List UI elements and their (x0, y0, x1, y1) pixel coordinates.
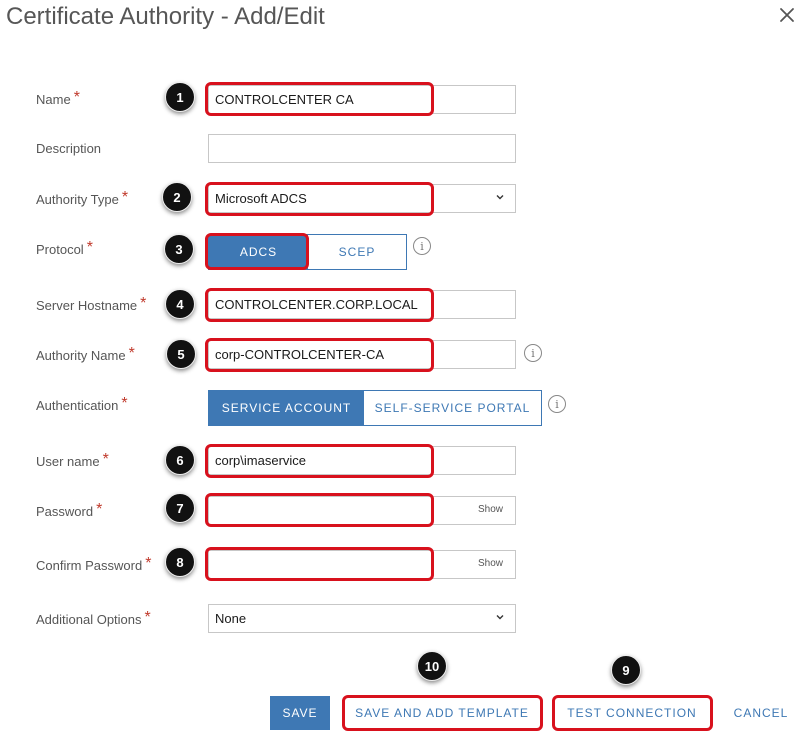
required-mark: * (144, 609, 151, 626)
protocol-toggle: ADCS SCEP (208, 234, 407, 270)
name-input[interactable]: CONTROLCENTER CA (208, 85, 516, 114)
required-mark: * (121, 189, 129, 206)
authentication-info-icon[interactable]: i (548, 395, 566, 413)
required-mark: * (145, 555, 152, 572)
authority-name-info-icon[interactable]: i (524, 344, 542, 362)
step-badge: 6 (165, 445, 195, 475)
confirm-password-show-toggle[interactable]: Show (478, 558, 503, 569)
password-show-toggle[interactable]: Show (478, 504, 503, 515)
test-connection-button[interactable]: TEST CONNECTION (554, 696, 710, 730)
authentication-toggle: SERVICE ACCOUNT SELF-SERVICE PORTAL (208, 390, 542, 426)
server-hostname-value: CONTROLCENTER.CORP.LOCAL (215, 297, 418, 312)
step-badge: 7 (165, 493, 195, 523)
authority-type-label: Authority Type * (36, 189, 129, 207)
required-mark: * (73, 89, 80, 106)
authority-name-input[interactable]: corp-CONTROLCENTER-CA (208, 340, 516, 369)
authority-type-value: Microsoft ADCS (215, 191, 307, 206)
description-input[interactable] (208, 134, 516, 163)
step-badge: 1 (165, 82, 195, 112)
protocol-label: Protocol * (36, 239, 93, 257)
authority-name-label: Authority Name * (36, 345, 135, 363)
step-badge: 10 (417, 651, 447, 681)
required-mark: * (102, 451, 109, 468)
server-hostname-input[interactable]: CONTROLCENTER.CORP.LOCAL (208, 290, 516, 319)
step-badge: 4 (165, 289, 195, 319)
additional-options-label: Additional Options * (36, 609, 151, 627)
required-mark: * (128, 345, 135, 362)
required-mark: * (121, 395, 128, 412)
chevron-down-icon (496, 615, 504, 620)
protocol-option-adcs[interactable]: ADCS (209, 235, 308, 269)
step-badge: 5 (166, 339, 196, 369)
confirm-password-input[interactable]: Show (208, 550, 516, 579)
password-label: Password * (36, 501, 103, 519)
protocol-option-scep[interactable]: SCEP (308, 235, 406, 269)
authority-type-select[interactable]: Microsoft ADCS (208, 184, 516, 213)
description-label: Description (36, 141, 102, 156)
name-value: CONTROLCENTER CA (215, 92, 354, 107)
authentication-label: Authentication * (36, 395, 128, 413)
required-mark: * (140, 295, 147, 312)
step-badge: 2 (162, 182, 192, 212)
additional-options-select[interactable]: None (208, 604, 516, 633)
authority-name-value: corp-CONTROLCENTER-CA (215, 347, 385, 362)
dialog-title: Certificate Authority - Add/Edit (6, 3, 325, 30)
step-badge: 3 (164, 234, 194, 264)
user-name-label: User name * (36, 451, 109, 469)
name-label: Name * (36, 89, 80, 107)
authentication-option-self-service-portal[interactable]: SELF-SERVICE PORTAL (364, 391, 541, 425)
authentication-option-service-account[interactable]: SERVICE ACCOUNT (209, 391, 364, 425)
save-button[interactable]: SAVE (270, 696, 330, 730)
confirm-password-label: Confirm Password * (36, 555, 152, 573)
additional-options-value: None (215, 611, 247, 626)
close-icon[interactable] (776, 4, 798, 26)
required-mark: * (86, 239, 93, 256)
user-name-input[interactable]: corp\imaservice (208, 446, 516, 475)
password-input[interactable]: Show (208, 496, 516, 525)
user-name-value: corp\imaservice (215, 453, 307, 468)
server-hostname-label: Server Hostname * (36, 295, 147, 313)
chevron-down-icon (496, 195, 504, 200)
step-badge: 9 (611, 655, 641, 685)
protocol-info-icon[interactable]: i (413, 237, 431, 255)
save-and-add-template-button[interactable]: SAVE AND ADD TEMPLATE (344, 696, 540, 730)
step-badge: 8 (165, 547, 195, 577)
cancel-button[interactable]: CANCEL (726, 696, 796, 730)
required-mark: * (96, 501, 103, 518)
